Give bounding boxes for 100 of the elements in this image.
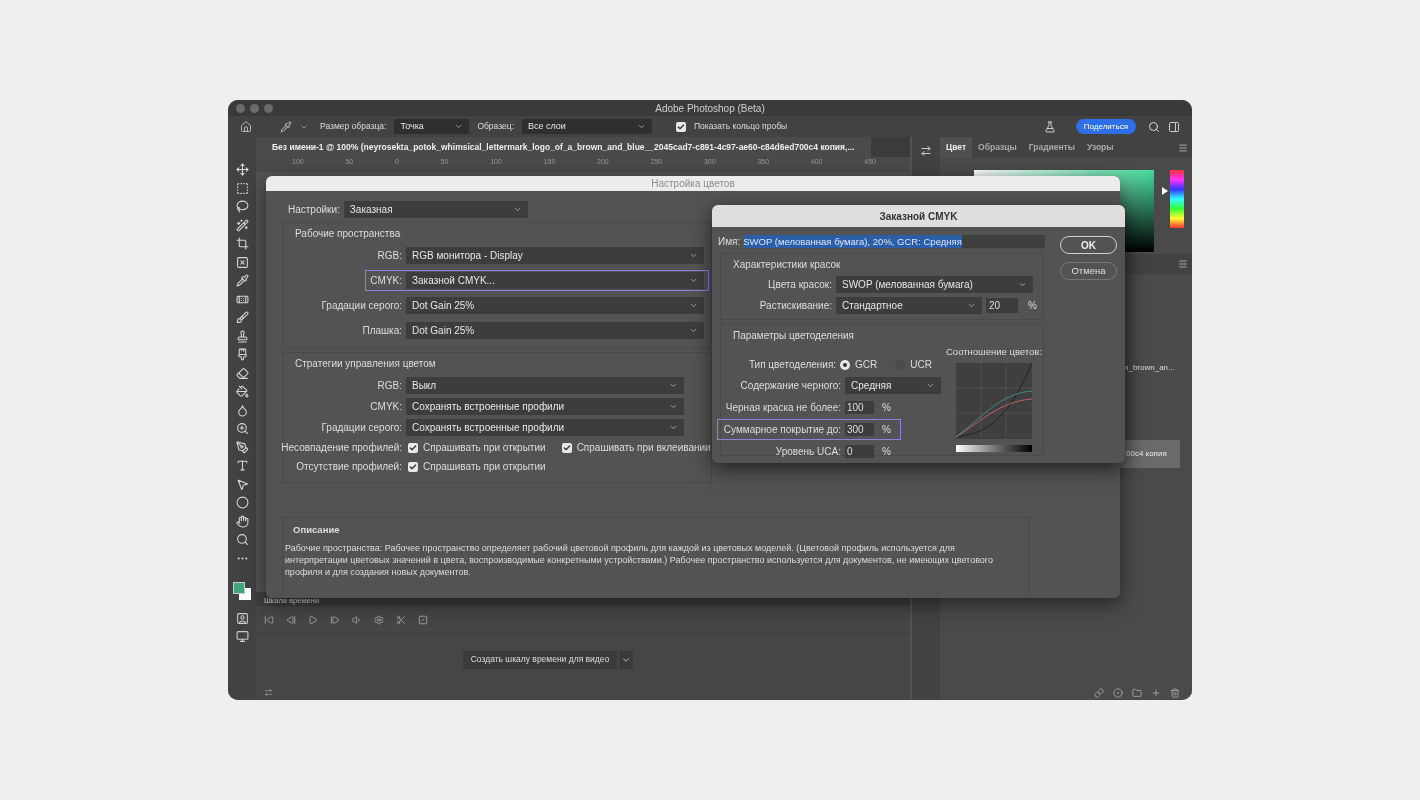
dropdown[interactable]: Сохранять встроенные профили bbox=[406, 398, 684, 415]
field-label: Градации серого: bbox=[321, 299, 402, 313]
panel-tab[interactable]: Градиенты bbox=[1022, 137, 1082, 158]
dialog-title: Заказной CMYK bbox=[879, 209, 958, 224]
frame-icon[interactable] bbox=[235, 255, 249, 269]
create-timeline-button[interactable]: Создать шкалу времени для видео bbox=[462, 650, 618, 669]
menu-icon[interactable] bbox=[1178, 259, 1188, 269]
stamp-icon[interactable] bbox=[235, 329, 249, 343]
share-button[interactable]: Поделиться bbox=[1075, 119, 1136, 134]
caret-icon bbox=[689, 301, 698, 310]
dropdown[interactable]: Сохранять встроенные профили bbox=[406, 419, 684, 436]
panel-tab[interactable]: Узоры bbox=[1081, 137, 1120, 158]
swap-icon[interactable] bbox=[920, 145, 932, 157]
radio-button[interactable] bbox=[840, 359, 851, 370]
document-tab[interactable]: Без имени-1 @ 100% (neyrosekta_potok_whimsical_lettermark_logo_of_a_brown_and_blue__2045cad7-c891-4c97-ae60-c84d6ed700c4 копия,... bbox=[256, 137, 871, 157]
dropdown[interactable]: Все слои bbox=[522, 119, 652, 134]
dot-gain-field[interactable]: 20 bbox=[986, 298, 1018, 313]
link-icon[interactable] bbox=[1094, 687, 1104, 698]
scissors-icon[interactable] bbox=[396, 614, 406, 625]
transition-icon[interactable] bbox=[418, 614, 428, 625]
home-icon[interactable] bbox=[240, 120, 252, 133]
pen-icon[interactable] bbox=[235, 440, 249, 454]
checkbox[interactable] bbox=[408, 461, 418, 472]
flask-icon[interactable] bbox=[1043, 120, 1056, 133]
group-title: Рабочие пространства bbox=[294, 227, 402, 241]
zoom-icon[interactable] bbox=[235, 422, 249, 435]
dropdown[interactable]: Dot Gain 25% bbox=[406, 297, 704, 314]
checkbox-label: Показать кольцо пробы bbox=[694, 120, 788, 133]
caret-icon bbox=[669, 402, 678, 411]
dropdown[interactable]: Заказной CMYK... bbox=[406, 272, 704, 289]
field-label: Растискивание: bbox=[759, 299, 832, 313]
caret-icon bbox=[454, 122, 464, 131]
search-icon[interactable] bbox=[235, 533, 249, 546]
field-label: Отсутствие профилей: bbox=[296, 460, 402, 474]
checkbox[interactable] bbox=[408, 442, 418, 453]
lasso-icon[interactable] bbox=[235, 200, 249, 213]
search-icon[interactable] bbox=[1148, 120, 1160, 133]
paintbrush-icon[interactable] bbox=[235, 348, 249, 361]
name-field[interactable]: SWOP (мелованная бумага), 20%, GCR: Средняя bbox=[743, 235, 1046, 248]
hand-icon[interactable] bbox=[235, 514, 249, 528]
ellipse-icon[interactable] bbox=[235, 496, 249, 509]
type-icon[interactable] bbox=[235, 459, 249, 472]
brush-icon[interactable] bbox=[235, 311, 249, 324]
screen-mode-icon[interactable] bbox=[235, 630, 249, 643]
checkbox[interactable] bbox=[561, 442, 572, 453]
trash-icon[interactable] bbox=[1170, 687, 1180, 698]
dropdown[interactable]: Средняя bbox=[845, 377, 941, 394]
eyedropper-icon[interactable] bbox=[280, 120, 292, 133]
dropdown[interactable]: RGB монитора - Display bbox=[406, 247, 704, 264]
arrows-icon[interactable] bbox=[264, 688, 273, 697]
description-text: Рабочие пространства: Рабочее пространство определяет рабочий цветовой профиль для каждой из цветовых моделей. (Цветовой профиль используется для интерпретации цветовых значений в цвета, воспроизводимые конкретными устройствами.) Рабочее пространство используется для документов, не имеющих цветового профиля и для создания новых документов. bbox=[285, 542, 994, 579]
dropdown[interactable]: Заказная bbox=[343, 201, 528, 218]
window-title: Adobe Photoshop (Beta) bbox=[655, 101, 765, 116]
crop-icon[interactable] bbox=[235, 237, 249, 250]
folder-icon[interactable] bbox=[1132, 687, 1142, 698]
eyedropper-icon[interactable] bbox=[235, 274, 249, 287]
skip-back-icon[interactable] bbox=[264, 614, 274, 625]
dropdown[interactable]: Точка bbox=[394, 119, 470, 134]
layer-name: 00c4 копия bbox=[1126, 448, 1167, 460]
color-swatches-icon[interactable] bbox=[233, 582, 251, 600]
document-name: n_brown_an... bbox=[1124, 362, 1176, 374]
step-back-icon[interactable] bbox=[286, 614, 296, 625]
caret-icon bbox=[689, 276, 698, 285]
number-field[interactable]: 300 bbox=[845, 423, 874, 436]
eraser-icon[interactable] bbox=[235, 366, 249, 380]
wand-icon[interactable] bbox=[235, 218, 249, 232]
field-label: Цвета красок: bbox=[768, 278, 832, 292]
move-icon[interactable] bbox=[235, 163, 249, 176]
plus-icon[interactable] bbox=[1151, 687, 1161, 698]
pointer-icon[interactable] bbox=[235, 477, 249, 491]
panels-icon[interactable] bbox=[1168, 120, 1180, 133]
field-label: Настройки: bbox=[288, 203, 340, 217]
dashed-square-icon[interactable] bbox=[235, 181, 249, 195]
mask-mode-icon[interactable] bbox=[235, 611, 249, 625]
dropdown[interactable]: SWOP (мелованная бумага) bbox=[836, 276, 1033, 293]
number-field[interactable]: 0 bbox=[845, 445, 874, 458]
play-icon[interactable] bbox=[308, 614, 318, 625]
dropdown[interactable]: Выкл bbox=[406, 377, 684, 394]
caret-icon bbox=[669, 381, 678, 390]
menu-icon[interactable] bbox=[1178, 142, 1188, 153]
step-forward-icon[interactable] bbox=[330, 614, 340, 625]
number-field[interactable]: 100 bbox=[845, 401, 874, 414]
panel-tab[interactable]: Цвет bbox=[940, 137, 973, 158]
group-title: Характеристики красок bbox=[732, 258, 842, 272]
caret-icon bbox=[967, 301, 976, 310]
caret-icon bbox=[669, 423, 678, 432]
checkbox-label: Спрашивать при вклеивании bbox=[576, 441, 711, 455]
dropdown[interactable]: Стандартное bbox=[836, 297, 982, 314]
gear-icon[interactable] bbox=[374, 614, 384, 625]
dropdown[interactable]: Dot Gain 25% bbox=[406, 322, 704, 339]
circle-dot-icon[interactable] bbox=[1113, 687, 1123, 698]
slider-thumb[interactable] bbox=[1162, 187, 1168, 196]
panel-tab[interactable]: Образцы bbox=[972, 137, 1023, 158]
droplet-icon[interactable] bbox=[235, 403, 249, 417]
field-label: Градации серого: bbox=[321, 421, 402, 435]
field-label: Образец: bbox=[477, 120, 514, 133]
checkbox[interactable] bbox=[676, 121, 686, 132]
speaker-icon[interactable] bbox=[352, 614, 362, 625]
field-label: Уровень UCA: bbox=[775, 445, 841, 459]
paint-bucket-icon[interactable] bbox=[235, 385, 249, 398]
